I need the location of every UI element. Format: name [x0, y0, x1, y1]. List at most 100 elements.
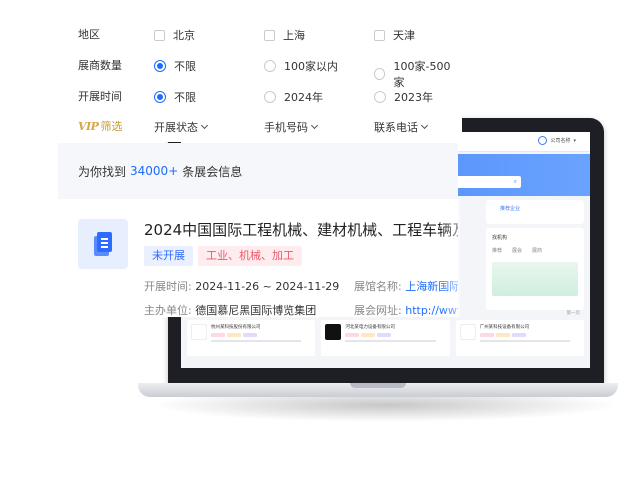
- filter-row-exhibitor-count: 展商数量 不限 100家以内 100家-500家: [78, 55, 458, 89]
- company-logo: [325, 324, 342, 340]
- screen-pager[interactable]: 第一页: [567, 310, 581, 316]
- company-name: 广州某科技设备有限公司: [479, 325, 530, 330]
- option-label: 上海: [283, 29, 305, 42]
- dropdown-phone[interactable]: 联系电话: [374, 119, 429, 135]
- filter-label: 地区: [78, 28, 100, 41]
- option-label: 天津: [393, 29, 415, 42]
- screen-side-tab[interactable]: 展会: [512, 247, 522, 254]
- search-icon: ⌕: [513, 178, 517, 185]
- list-item[interactable]: 河北某电力设备有限公司: [321, 320, 450, 356]
- screen-side-card-label: 推荐企业: [500, 206, 521, 212]
- checkbox-icon[interactable]: [154, 29, 165, 41]
- tag: [479, 333, 494, 337]
- filter-row-open-time: 开展时间 不限 2024年 2023年: [78, 86, 458, 106]
- radio-icon[interactable]: [264, 91, 276, 103]
- radio-selected-icon[interactable]: [154, 91, 166, 103]
- dropdown-mobile[interactable]: 手机号码: [264, 119, 319, 135]
- company-logo: [459, 324, 476, 340]
- screen-user-name: 公司名称: [550, 138, 571, 144]
- open-time-option-any[interactable]: 不限: [154, 89, 196, 105]
- screen-side-panel: 找机构 推荐 展会 展商: [486, 228, 584, 310]
- dropdown-label: 联系电话: [374, 121, 418, 134]
- company-name: 河北某电力设备有限公司: [345, 325, 395, 330]
- vip-filter-label: VIP 筛选: [78, 118, 122, 134]
- tag: [377, 333, 392, 337]
- option-label: 100家以内: [284, 60, 338, 73]
- open-time-option-2023[interactable]: 2023年: [374, 89, 433, 105]
- industry-badge: 工业、机械、加工: [198, 246, 302, 266]
- organizer-value: 德国慕尼黑国际博览集团: [195, 304, 317, 317]
- radio-selected-icon[interactable]: [154, 60, 166, 72]
- open-time-option-2024[interactable]: 2024年: [264, 89, 323, 105]
- vip-label-text: 筛选: [100, 120, 123, 133]
- chevron-down-icon: [310, 121, 319, 130]
- option-label: 不限: [174, 60, 196, 73]
- text-line: [345, 340, 436, 342]
- website-label: 展会网址:: [354, 304, 402, 317]
- result-count-bar: 为你找到 34000+ 条展会信息: [58, 143, 458, 199]
- venue-label: 展馆名称:: [354, 280, 402, 293]
- avatar-icon: [538, 136, 548, 145]
- date-label: 开展时间:: [144, 280, 192, 293]
- checkbox-icon[interactable]: [374, 29, 385, 41]
- exhibition-title[interactable]: 2024中国国际工程机械、建材机械、工程车辆及设备博: [144, 219, 458, 240]
- text-line: [479, 340, 570, 342]
- screen-user-menu[interactable]: 公司名称 ▾: [538, 136, 576, 145]
- screen-side-tab[interactable]: 推荐: [492, 247, 502, 254]
- screen-side-panel-title: 找机构: [492, 235, 508, 241]
- region-option-beijing[interactable]: 北京: [154, 27, 195, 43]
- screen-side-tabs: 推荐 展会 展商: [492, 247, 578, 254]
- dropdown-open-status[interactable]: 开展状态: [154, 119, 209, 135]
- date-value: 2024-11-26 ~ 2024-11-29: [195, 280, 340, 293]
- tag: [345, 333, 360, 337]
- tag: [211, 333, 225, 337]
- document-icon: [94, 232, 112, 256]
- tag: [361, 333, 376, 337]
- filter-label: 开展时间: [78, 90, 122, 103]
- list-item[interactable]: 广州某科技设备有限公司: [455, 320, 584, 356]
- result-suffix: 条展会信息: [182, 164, 243, 179]
- radio-icon[interactable]: [264, 60, 276, 72]
- dropdown-label: 开展状态: [154, 121, 198, 134]
- tag: [227, 333, 241, 337]
- vip-icon: VIP: [78, 119, 99, 133]
- exhibition-card[interactable]: 2024中国国际工程机械、建材机械、工程车辆及设备博 未开展 工业、机械、加工 …: [58, 199, 458, 317]
- chevron-down-icon: [420, 121, 429, 130]
- filter-panel: 地区 北京 上海 天津 展商数量 不限 100家以内 100家-500家 开展时…: [58, 12, 462, 142]
- text-line: [211, 340, 302, 342]
- screen-side-card[interactable]: 推荐企业: [486, 200, 584, 224]
- screen-side-tab[interactable]: 展商: [532, 247, 542, 254]
- screen-search-box[interactable]: ⌕: [451, 176, 521, 188]
- option-label: 2024年: [284, 91, 323, 104]
- radio-icon[interactable]: [374, 68, 386, 80]
- laptop-base: [138, 383, 618, 397]
- dropdown-label: 手机号码: [264, 121, 308, 134]
- filter-row-vip: VIP 筛选 开展状态 手机号码 联系电话: [78, 116, 458, 136]
- filter-label: 展商数量: [78, 59, 122, 72]
- checkbox-icon[interactable]: [264, 29, 275, 41]
- option-label: 不限: [174, 91, 196, 104]
- laptop-notch: [350, 383, 406, 388]
- region-option-tianjin[interactable]: 天津: [374, 27, 415, 43]
- chevron-down-icon: ▾: [573, 137, 576, 144]
- option-label: 北京: [173, 29, 195, 42]
- building-illustration: [492, 262, 578, 296]
- radio-icon[interactable]: [374, 91, 386, 103]
- tag: [511, 333, 526, 337]
- result-count: 34000+: [130, 164, 179, 178]
- organizer-label: 主办单位:: [144, 304, 192, 317]
- company-name: 杭州某科技股份有限公司: [211, 325, 261, 330]
- screen-company-list: 杭州某科技股份有限公司 河北某电力设备有限公司 广州某科技设备有限公司: [181, 320, 590, 356]
- exhibition-organizer: 主办单位: 德国慕尼黑国际博览集团: [144, 302, 316, 317]
- filter-row-region: 地区 北京 上海 天津: [78, 24, 458, 44]
- status-badge: 未开展: [144, 246, 193, 266]
- region-option-shanghai[interactable]: 上海: [264, 27, 305, 43]
- exhibition-thumbnail: [78, 219, 128, 269]
- card-fade-edge: [440, 199, 460, 317]
- exhibitor-option-under-100[interactable]: 100家以内: [264, 58, 338, 74]
- result-prefix: 为你找到: [78, 164, 127, 179]
- list-item[interactable]: 杭州某科技股份有限公司: [187, 320, 316, 356]
- tag: [243, 333, 257, 337]
- exhibitor-option-any[interactable]: 不限: [154, 58, 196, 74]
- chevron-down-icon: [200, 121, 209, 130]
